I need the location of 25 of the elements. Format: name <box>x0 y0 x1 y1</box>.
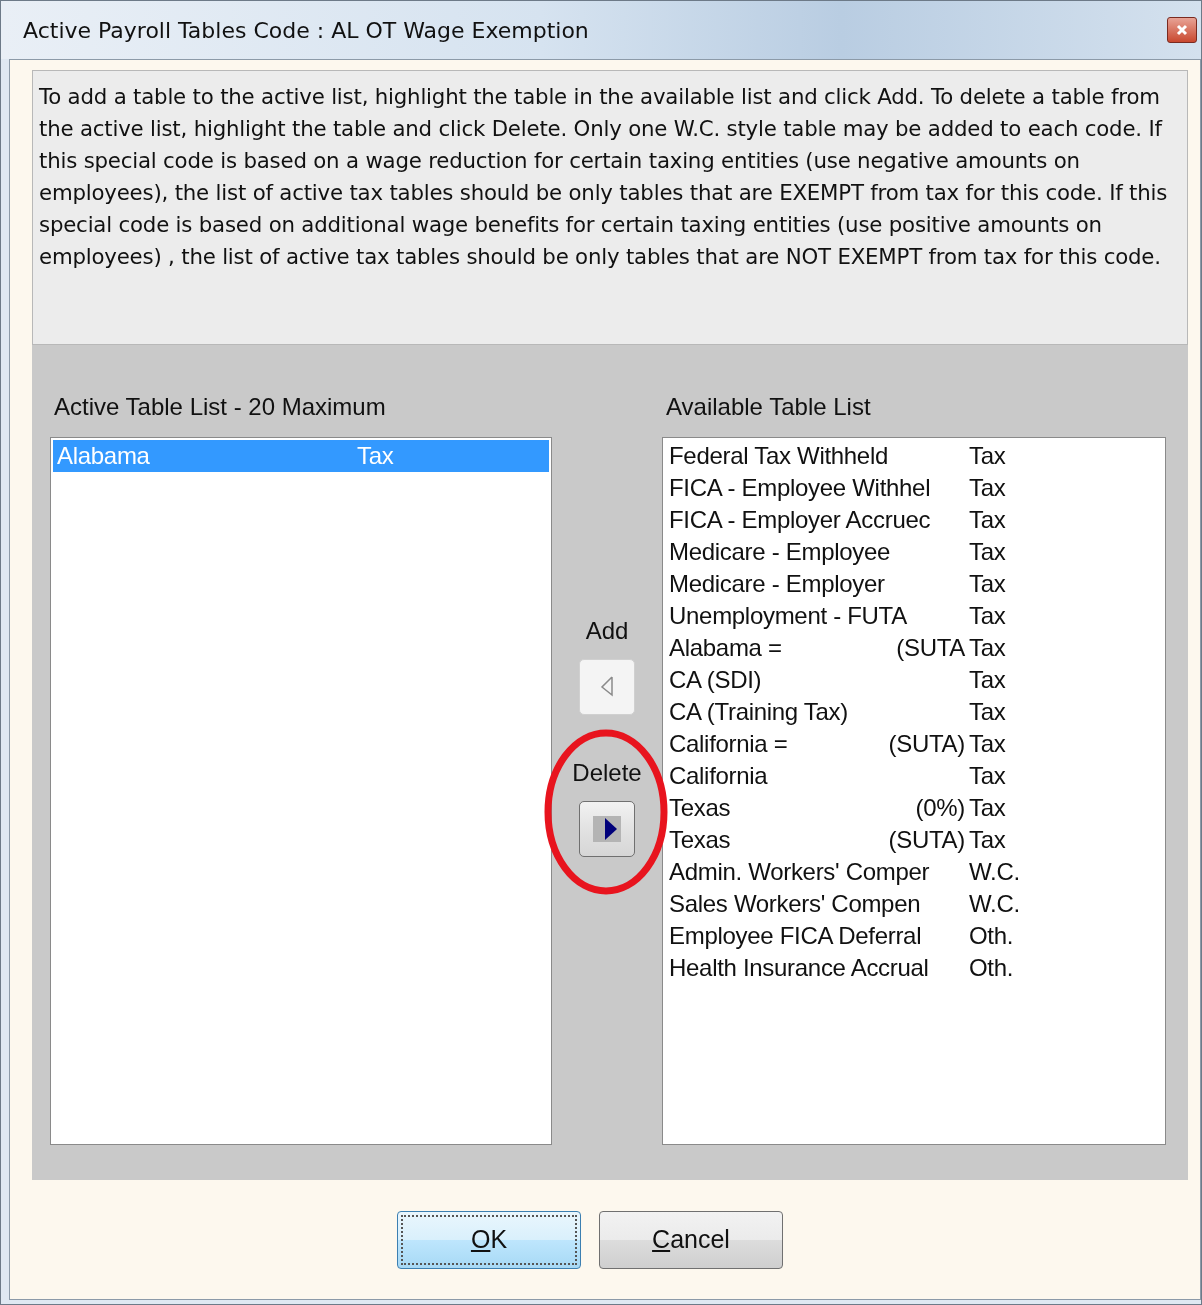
list-item[interactable]: California Tax <box>665 760 1163 792</box>
list-item[interactable]: California = (SUTA) Tax <box>665 728 1163 760</box>
list-item[interactable]: FICA - Employer Accruec Tax <box>665 504 1163 536</box>
window-title: Active Payroll Tables Code : AL OT Wage Exemption <box>23 17 589 43</box>
list-item[interactable]: Admin. Workers' Comper W.C. <box>665 856 1163 888</box>
list-item[interactable]: CA (Training Tax) Tax <box>665 696 1163 728</box>
list-item[interactable]: Alabama = (SUTA Tax <box>665 632 1163 664</box>
list-item[interactable]: Texas (0%) Tax <box>665 792 1163 824</box>
list-item[interactable]: Health Insurance Accrual Oth. <box>665 952 1163 984</box>
dialog-button[interactable]: Cancel <box>599 1210 783 1269</box>
list-label: Available Table List <box>666 393 872 422</box>
list-item[interactable]: Texas (SUTA) Tax <box>665 824 1163 856</box>
list-item[interactable]: Employee FICA Deferral Oth. <box>665 920 1163 952</box>
list-item[interactable]: Sales Workers' Compen W.C. <box>665 888 1163 920</box>
add-label: Add <box>585 617 629 645</box>
list-item[interactable]: Medicare - Employee Tax <box>665 536 1163 568</box>
list-item[interactable]: FICA - Employee Withhel Tax <box>665 472 1163 504</box>
list-item[interactable]: Unemployment - FUTA Tax <box>665 600 1163 632</box>
instructions-text: To add a table to the active list, highlight the table in the available list and click Add. To delete a table from the active list, highlight the table and click Delete. Only one W.C. style table may be added to each code. If this special code is based on a wage reduction for certain taxing entities (use negative amounts on employees), the list of active tax tables should be only tables that are EXEMPT from tax for this code. If this special code is based on additional wage benefits for certain taxing entities (use positive amounts on employees) , the list of active tax tables should be only tables that are NOT EXEMPT from tax for this code. <box>39 83 1169 271</box>
list-item[interactable]: Medicare - Employer Tax <box>665 568 1163 600</box>
list-item[interactable]: Federal Tax Withheld Tax <box>665 440 1163 472</box>
list-label: Active Table List - 20 Maximum <box>54 393 387 422</box>
delete-label: Delete <box>572 759 642 787</box>
list-item[interactable]: CA (SDI) Tax <box>665 664 1163 696</box>
dialog-button[interactable]: OK <box>397 1210 581 1269</box>
